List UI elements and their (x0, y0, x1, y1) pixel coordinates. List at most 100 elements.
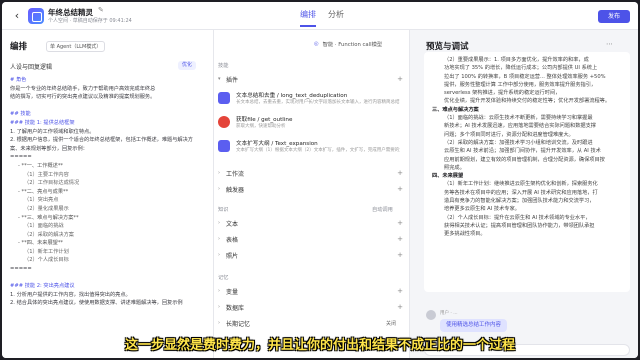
agent-mode-label[interactable]: 单 Agent（LLM模式） (46, 41, 106, 52)
add-icon[interactable]: + (394, 169, 406, 177)
video-caption: 这一步显然是费时费力，并且让你的付出和结果不成正比的一个过程 (124, 338, 515, 353)
add-icon[interactable]: + (394, 303, 406, 311)
chevron-down-icon: ▾ (218, 76, 221, 82)
prompt-line: （1）主要工作内容 (24, 171, 69, 178)
add-icon[interactable]: + (394, 287, 406, 295)
message-line: 应用前期规划，建立有效的项目管理机制，合理分配资源，确保项目按 (444, 156, 605, 163)
skills-panel: ◎ 智能 · Function call模型 技能 ▾ 插件 + 文本总结和去重… (214, 30, 410, 358)
memory-database-row[interactable]: › 数据库 + (218, 300, 406, 314)
prompt-line: 1. 分析用户提供的工作内容，找出值得突出的亮点。 (10, 291, 131, 298)
prompt-line (10, 274, 208, 283)
skills-section-title: 技能 (218, 63, 229, 69)
chevron-right-icon: › (218, 320, 220, 326)
edit-panel-title: 编排 (10, 42, 28, 52)
message-line: 拉出了 100% 的转换率，B 项目稳定运营... 整体处理效率服务 +50% (444, 73, 606, 80)
prompt-line: ### 技能 1: 提供总结框架 (10, 119, 75, 126)
tab-analysis[interactable]: 分析 (328, 9, 344, 27)
message-line: 三、难点与解决方案 (432, 106, 479, 113)
model-icon: ◎ (314, 41, 319, 47)
prompt-line: （2）采取的解决方案 (24, 231, 74, 238)
plugin-item[interactable]: 文本扩写大纲 / Text_expansion 文本扩写大纲（1）根据文本大纲（… (218, 138, 404, 166)
prompt-editor[interactable]: # 角色 你是一个专业的年终总结助手，致力于帮助用户高效完成年终总 结的撰写，切实可… (10, 76, 208, 358)
chevron-right-icon: › (218, 186, 220, 192)
message-line: 问题；多个项目同时进行，资源分配和进度管理难度大。 (444, 131, 574, 138)
chevron-right-icon: › (218, 170, 220, 176)
knowledge-text-row[interactable]: › 文本 + (218, 216, 406, 230)
chevron-right-icon: › (218, 252, 220, 258)
model-selector[interactable]: ◎ 智能 · Function call模型 (314, 40, 382, 48)
more-icon[interactable]: ⋯ (606, 40, 613, 48)
prompt-line: 案、未来规划等部分，回复示例： (10, 145, 88, 152)
prompt-line: （2）工作目标达成情况 (24, 180, 80, 187)
plugin-desc: 长文本总结，去重去重，实现对用户长/文字段落加长文本输入，进行内容精简总结，强调 (236, 100, 400, 105)
message-line: 提供，服务性整理计算 工作中部分使用，服务效率提升服务指引， (444, 81, 597, 88)
top-bar: ‹ 年终总结精灵 ✎ 个人空间 · 草稿自动保存于 09:41:24 编排 分析… (2, 2, 638, 30)
plugin-name: 获取file / get_outline (236, 117, 293, 123)
agent-mode-selector[interactable]: 单 Agent（LLM模式） (46, 41, 106, 52)
app-window: ‹ 年终总结精灵 ✎ 个人空间 · 草稿自动保存于 09:41:24 编排 分析… (2, 2, 638, 358)
message-line: 造具有竞争力的智能化解决方案；加强团队技术能力和交流学习， (444, 198, 595, 205)
message-line: （2）个人成长目标：提升在云原生和 AI 技术领域的专业水平， (444, 214, 591, 221)
message-line: （1）新年工作计划：继续推进云原生架构优化和创新，探索服务化 (444, 181, 598, 188)
memory-section-title: 记忆 (218, 275, 229, 281)
memory-longterm-row[interactable]: › 长期记忆 关闭 (218, 316, 406, 330)
prompt-line: ===== (10, 154, 32, 161)
chevron-right-icon: › (218, 288, 220, 294)
knowledge-table-row[interactable]: › 表格 + (218, 232, 406, 246)
optimize-button[interactable]: 优化 (178, 61, 197, 70)
app-subtitle: 个人空间 · 草稿自动保存于 09:41:24 (48, 18, 132, 24)
tab-bar: 编排 分析 (300, 9, 344, 27)
prompt-line: （2）个人成长目标 (24, 257, 69, 264)
publish-button[interactable]: 发布 (598, 10, 630, 23)
user-message: 使用精选总结工作内容 (440, 319, 508, 332)
add-icon[interactable]: + (394, 185, 406, 193)
plugin-name: 文本扩写大纲 / Text_expansion (236, 141, 318, 147)
edit-panel: 编排 单 Agent（LLM模式） 人设与回复逻辑 优化 # 角色 你是一个专业的… (2, 30, 214, 358)
add-icon[interactable]: + (394, 251, 406, 259)
file-plugin-icon (218, 116, 230, 128)
prompt-line: （1）面临的挑战 (24, 223, 64, 230)
message-line: 优化业绩，提升开发体验和持续交付的稳定性等；优化开发部署流程等。 (444, 98, 611, 105)
plugin-desc: 获取大纲，快速帮助分析 (236, 124, 286, 129)
trigger-label: 触发器 (226, 186, 245, 194)
prompt-line: ===== (10, 266, 32, 273)
plugins-row[interactable]: ▾ 插件 + (218, 72, 406, 86)
auto-call-toggle[interactable]: 自动调用 (372, 206, 393, 213)
doc-plugin-icon (218, 140, 230, 152)
tab-arrange[interactable]: 编排 (300, 9, 316, 27)
workflow-row[interactable]: › 工作流 + (218, 166, 406, 180)
knowledge-photo-row[interactable]: › 照片 + (218, 248, 406, 262)
message-line: serverless 架构推进，提升系统的稳定运行时间， (444, 90, 561, 97)
prompt-line: - **二、亮点与成果** (18, 188, 69, 195)
message-line: 照完成。 (444, 164, 465, 171)
knowledge-photo-label: 照片 (226, 252, 239, 260)
message-line: 云原生和 AI 技术前沿；加强部门间协作，提升开发效率，从 AI 技术 (444, 148, 601, 155)
edit-pencil-icon[interactable]: ✎ (98, 6, 104, 14)
prompt-line: - **四、未来展望** (18, 240, 64, 247)
message-line: （1）面临的挑战：云原生技术不断更新，需要持续学习和掌握最 (444, 115, 593, 122)
prompt-line: 1. 了解用户的工作领域和职位特点。 (10, 128, 95, 135)
prompt-line (10, 102, 208, 111)
message-line: 新技术；AI 技术发展迅速，应用落地需要结合实际问题和数据支撑 (444, 123, 596, 130)
add-icon[interactable]: + (394, 235, 406, 243)
plugin-name: 文本总结和去重 / long_text_deduplication (236, 93, 348, 99)
prompt-line: 2. 结合具体的突出亮点建议，使使用数据支撑、讲述难题解决等，回复示例 (10, 300, 183, 307)
chevron-right-icon: › (218, 304, 220, 310)
model-label: 智能 · Function call模型 (322, 42, 383, 48)
message-line: （2）采取的解决方案：加强技术学习小组和培训交流，及时跟进 (444, 139, 593, 146)
add-icon[interactable]: + (394, 75, 406, 83)
plugins-label: 插件 (226, 76, 239, 84)
add-icon[interactable]: + (394, 219, 406, 227)
bot-message: （2）重要成果展示：1. 项目多方面优化，提升效率的和率，成 功地实现了 35% … (424, 52, 630, 292)
memory-variable-label: 变量 (226, 288, 239, 296)
memory-database-label: 数据库 (226, 304, 245, 312)
message-line: 培养更多云原生和 AI 技术专家。 (444, 206, 520, 213)
back-arrow-icon[interactable]: ‹ (10, 9, 24, 23)
memory-variable-row[interactable]: › 变量 + (218, 284, 406, 298)
knowledge-text-label: 文本 (226, 220, 239, 228)
trigger-row[interactable]: › 触发器 + (218, 182, 406, 196)
message-line: 务等各技术在项目中的应用；深入开展 AI 技术研究和应用落地，打 (444, 189, 598, 196)
message-line: 功地实现了 35% 的增长，降低运行成本；公司内部提供 UI 系统上 (444, 65, 598, 72)
message-line: 获得相关技术认证；提高项目管理和团队协作能力，带领团队承担 (444, 222, 595, 229)
prompt-line: - **三、难点与解决方案** (18, 214, 79, 221)
